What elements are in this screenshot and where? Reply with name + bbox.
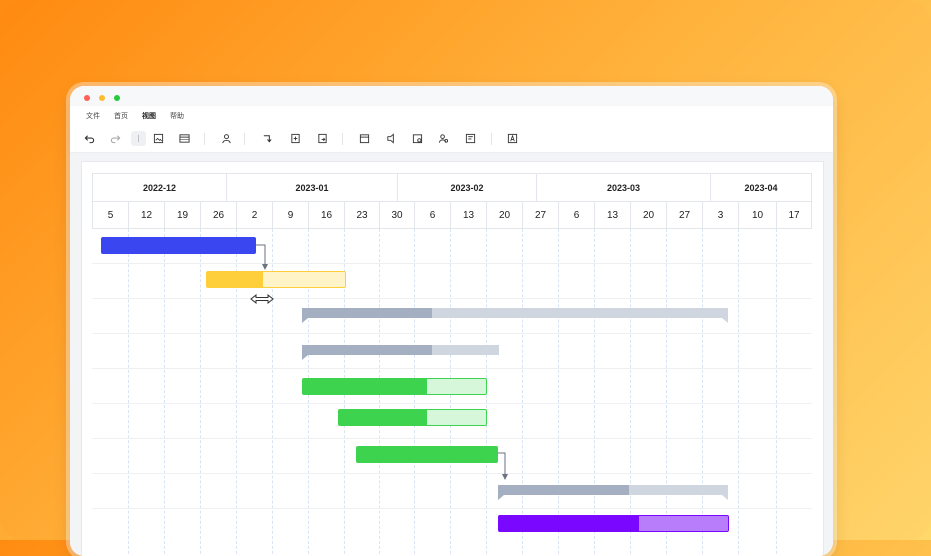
summary-progress (302, 308, 432, 318)
day-header: 19 (164, 201, 200, 229)
day-header: 16 (308, 201, 344, 229)
toolbar-separator (491, 133, 492, 145)
redo-icon[interactable] (108, 131, 123, 146)
menu-bar: 文件 首页 视图 帮助 (70, 106, 833, 126)
day-header: 5 (92, 201, 128, 229)
add-subtask-icon[interactable] (288, 131, 303, 146)
grid-line (702, 229, 703, 556)
row-divider (92, 403, 812, 404)
task-progress (499, 516, 639, 531)
day-header: 12 (128, 201, 164, 229)
toolbar-separator (244, 133, 245, 145)
task-bar[interactable] (498, 515, 729, 532)
maximize-window-button[interactable] (114, 95, 120, 101)
text-icon[interactable] (505, 131, 520, 146)
day-header: 30 (379, 201, 414, 229)
menu-home[interactable]: 首页 (114, 111, 128, 121)
day-header: 27 (522, 201, 558, 229)
summary-task-bar[interactable] (302, 345, 499, 360)
undo-icon[interactable] (82, 131, 97, 146)
row-divider (92, 333, 812, 334)
row-divider (92, 368, 812, 369)
day-header: 6 (558, 201, 594, 229)
grid-line (164, 229, 165, 556)
day-header: 10 (738, 201, 776, 229)
summary-task-bar[interactable] (302, 308, 728, 323)
link-down-icon[interactable] (260, 131, 275, 146)
user-settings-icon[interactable] (219, 131, 234, 146)
table-icon[interactable] (177, 131, 192, 146)
grid-line (200, 229, 201, 556)
task-bar[interactable] (101, 237, 256, 254)
grid-line (522, 229, 523, 556)
dependency-arrow (256, 244, 268, 270)
report-icon[interactable] (463, 131, 478, 146)
task-progress (339, 410, 427, 425)
menu-view[interactable]: 视图 (142, 111, 156, 121)
grid-line (776, 229, 777, 556)
task-progress (303, 379, 427, 394)
day-header: 26 (200, 201, 236, 229)
menu-help[interactable]: 帮助 (170, 111, 184, 121)
row-divider (92, 508, 812, 509)
menu-file[interactable]: 文件 (86, 111, 100, 121)
day-header: 20 (486, 201, 522, 229)
day-header: 13 (594, 201, 630, 229)
app-window: 文件 首页 视图 帮助 2022-12 2023-01 2023-02 2023… (70, 86, 833, 556)
export-icon[interactable] (315, 131, 330, 146)
summary-progress (302, 345, 432, 355)
toolbar-separator (342, 133, 343, 145)
gantt-chart: 2022-12 2023-01 2023-02 2023-03 2023-04 … (81, 161, 824, 556)
day-header: 27 (666, 201, 702, 229)
day-header: 23 (344, 201, 379, 229)
month-header: 2023-04 (710, 173, 812, 201)
task-bar[interactable] (206, 271, 346, 288)
day-header: 9 (272, 201, 308, 229)
day-header: 6 (414, 201, 450, 229)
task-bar[interactable] (338, 409, 487, 426)
minimize-window-button[interactable] (99, 95, 105, 101)
grid-line (558, 229, 559, 556)
grid-line (128, 229, 129, 556)
title-bar (70, 86, 833, 106)
day-header: 13 (450, 201, 486, 229)
calendar-icon[interactable] (357, 131, 372, 146)
month-header: 2023-03 (536, 173, 710, 201)
grid-line (666, 229, 667, 556)
month-header: 2023-01 (226, 173, 397, 201)
day-header: 2 (236, 201, 272, 229)
day-header: 20 (630, 201, 666, 229)
toolbar (70, 126, 833, 153)
canvas-area: 2022-12 2023-01 2023-02 2023-03 2023-04 … (70, 153, 833, 556)
summary-task-bar[interactable] (498, 485, 728, 500)
task-progress (207, 272, 263, 287)
row-divider (92, 473, 812, 474)
task-bar[interactable] (356, 446, 498, 463)
row-divider (92, 263, 812, 264)
milestone-icon[interactable] (384, 131, 399, 146)
close-window-button[interactable] (84, 95, 90, 101)
dependency-arrow (498, 452, 508, 480)
grid-line (630, 229, 631, 556)
image-icon[interactable] (151, 131, 166, 146)
assign-icon[interactable] (436, 131, 451, 146)
resource-icon[interactable] (410, 131, 425, 146)
month-header: 2023-02 (397, 173, 536, 201)
grid-line (738, 229, 739, 556)
day-header: 3 (702, 201, 738, 229)
resize-handle-icon[interactable] (250, 294, 276, 304)
row-divider (92, 438, 812, 439)
summary-progress (498, 485, 629, 495)
row-divider (92, 298, 812, 299)
cursor-icon[interactable] (131, 131, 146, 146)
day-header: 17 (776, 201, 812, 229)
month-header: 2022-12 (92, 173, 226, 201)
task-bar[interactable] (302, 378, 487, 395)
grid-line (594, 229, 595, 556)
toolbar-separator (204, 133, 205, 145)
